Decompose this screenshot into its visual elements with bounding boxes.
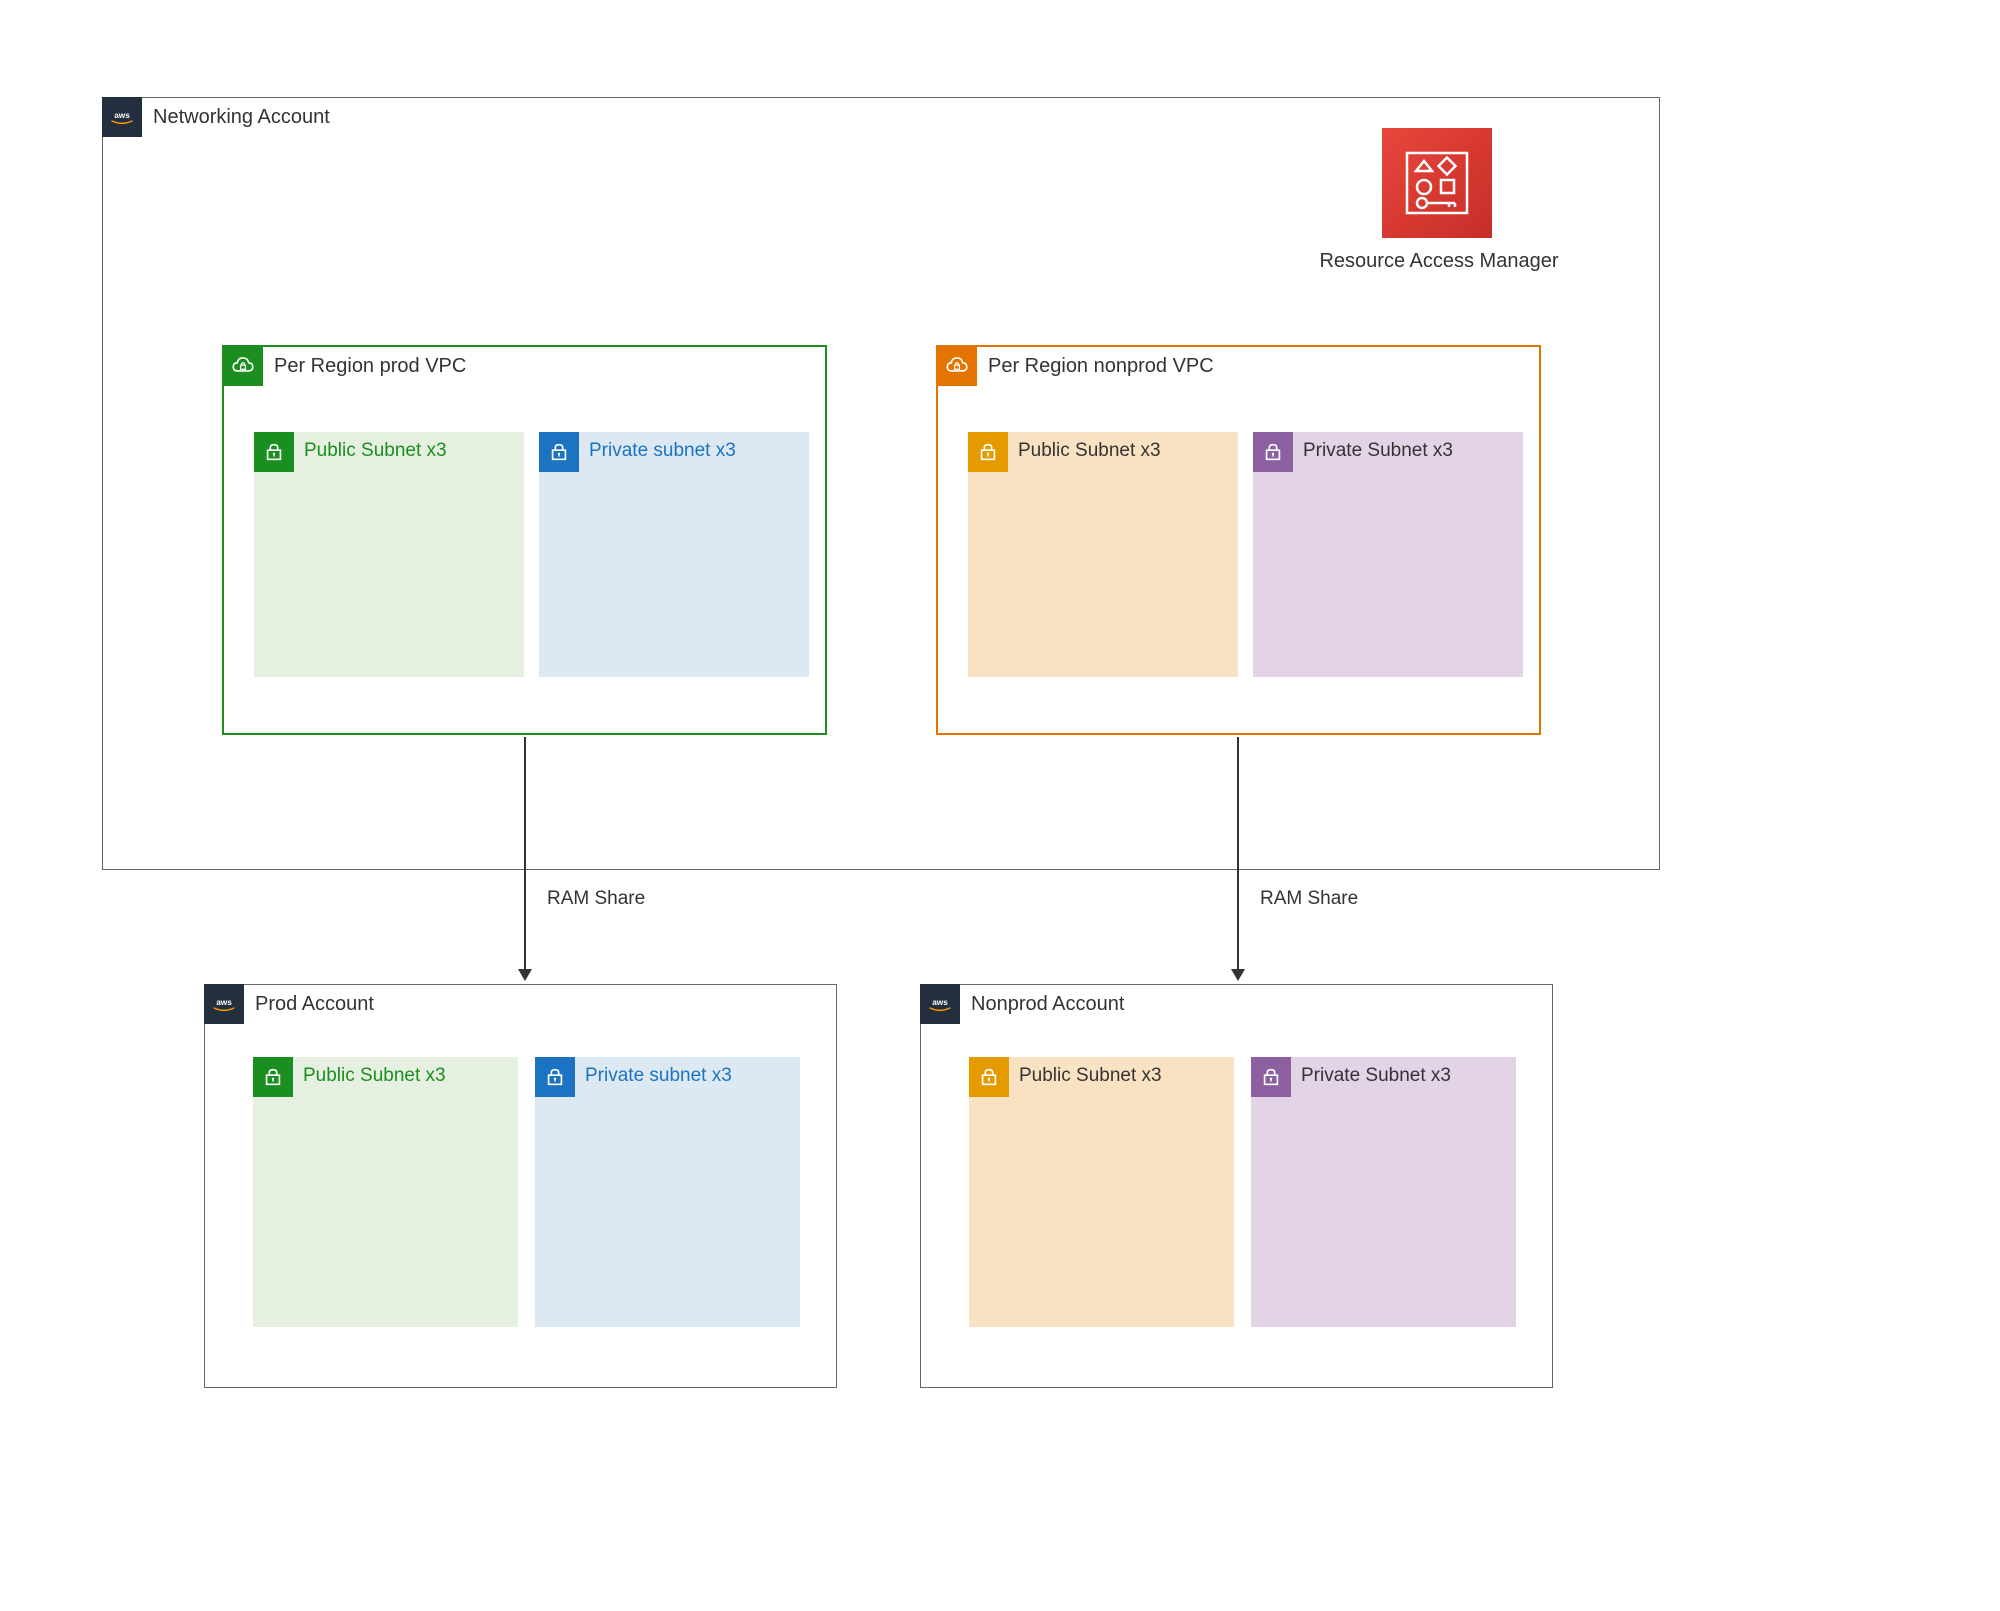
ram-share-label-left: RAM Share <box>547 888 645 910</box>
prod-public-subnet-label: Public Subnet x3 <box>304 440 447 462</box>
lock-icon <box>969 1057 1009 1097</box>
lock-icon <box>539 432 579 472</box>
nonprod-public-subnet: Public Subnet x3 <box>968 432 1238 677</box>
resource-access-manager-label: Resource Access Manager <box>1316 250 1562 273</box>
networking-account-label: Networking Account <box>153 106 330 129</box>
prod-private-subnet-label: Private subnet x3 <box>589 440 736 462</box>
svg-text:aws: aws <box>216 998 232 1007</box>
nonprod-vpc-box: Per Region nonprod VPC Public Subnet x3 … <box>936 345 1541 735</box>
aws-icon: aws <box>102 97 142 137</box>
prod-vpc-box: Per Region prod VPC Public Subnet x3 Pri… <box>222 345 827 735</box>
prod-account-public-subnet: Public Subnet x3 <box>253 1057 518 1327</box>
nonprod-account-private-subnet-label: Private Subnet x3 <box>1301 1065 1451 1087</box>
aws-icon: aws <box>920 984 960 1024</box>
arrow-down-right <box>1231 737 1245 981</box>
nonprod-account-label: Nonprod Account <box>971 993 1124 1016</box>
prod-private-subnet: Private subnet x3 <box>539 432 809 677</box>
nonprod-private-subnet: Private Subnet x3 <box>1253 432 1523 677</box>
prod-account-private-subnet: Private subnet x3 <box>535 1057 800 1327</box>
vpc-cloud-icon <box>937 346 977 386</box>
prod-public-subnet: Public Subnet x3 <box>254 432 524 677</box>
prod-account-label: Prod Account <box>255 993 374 1016</box>
lock-icon <box>535 1057 575 1097</box>
lock-icon <box>254 432 294 472</box>
aws-icon: aws <box>204 984 244 1024</box>
svg-text:aws: aws <box>114 111 130 120</box>
ram-share-label-right: RAM Share <box>1260 888 1358 910</box>
svg-text:aws: aws <box>932 998 948 1007</box>
nonprod-account-private-subnet: Private Subnet x3 <box>1251 1057 1516 1327</box>
resource-access-manager-icon <box>1382 128 1492 238</box>
nonprod-account-box: aws Nonprod Account Public Subnet x3 Pri… <box>920 984 1553 1388</box>
nonprod-private-subnet-label: Private Subnet x3 <box>1303 440 1453 462</box>
nonprod-account-public-subnet: Public Subnet x3 <box>969 1057 1234 1327</box>
prod-account-public-subnet-label: Public Subnet x3 <box>303 1065 446 1087</box>
prod-account-private-subnet-label: Private subnet x3 <box>585 1065 732 1087</box>
nonprod-public-subnet-label: Public Subnet x3 <box>1018 440 1161 462</box>
lock-icon <box>968 432 1008 472</box>
vpc-cloud-icon <box>223 346 263 386</box>
prod-account-box: aws Prod Account Public Subnet x3 Privat… <box>204 984 837 1388</box>
prod-vpc-label: Per Region prod VPC <box>274 355 466 378</box>
arrow-down-left <box>518 737 532 981</box>
lock-icon <box>253 1057 293 1097</box>
lock-icon <box>1251 1057 1291 1097</box>
nonprod-vpc-label: Per Region nonprod VPC <box>988 355 1214 378</box>
lock-icon <box>1253 432 1293 472</box>
nonprod-account-public-subnet-label: Public Subnet x3 <box>1019 1065 1162 1087</box>
